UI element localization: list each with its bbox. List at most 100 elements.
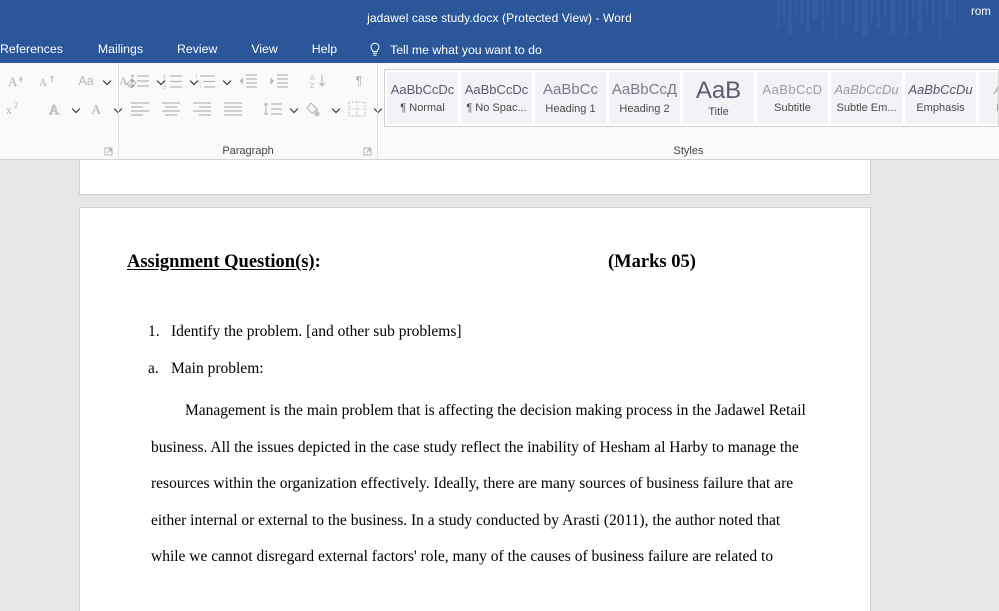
paragraph-line: business. All the issues depicted in the…: [151, 438, 799, 456]
svg-text:2: 2: [14, 101, 18, 110]
tab-help[interactable]: Help: [295, 36, 354, 63]
marks-label: (Marks 05): [608, 252, 696, 272]
style-tile-subtitle[interactable]: AaBbCcD Subtitle: [757, 72, 828, 124]
multilevel-list-button[interactable]: 1ai: [191, 68, 221, 94]
text-effects-button[interactable]: A: [40, 96, 70, 122]
styles-group-label: Styles: [673, 145, 704, 157]
ribbon: A A Aa A x2 A A 1 2 3 1 a i A Z ¶ Paragr…: [0, 63, 999, 160]
style-name: Title: [708, 105, 729, 118]
style-sample: AaBbCcDc: [464, 82, 529, 98]
style-sample: AaBbCcD: [762, 82, 823, 98]
list-item-text: Identify the problem. [and other sub pro…: [171, 323, 462, 340]
style-name: Heading 1: [545, 102, 596, 115]
list-item: 1. Identify the problem. [and other sub p…: [148, 323, 462, 341]
paragraph-group-label: Paragraph: [222, 145, 274, 157]
font-dialog-launcher[interactable]: [104, 145, 115, 156]
style-tile-intense-emphasis[interactable]: AaBbC Intense: [979, 72, 998, 124]
style-tile-heading-1[interactable]: AaBbCс Heading 1: [535, 72, 606, 124]
list-item: a. Main problem:: [148, 360, 264, 378]
document-page[interactable]: Assignment Question(s): (Marks 05) 1. Ide…: [79, 207, 871, 611]
tab-references[interactable]: References: [0, 36, 81, 63]
style-tile-title[interactable]: AaB Title: [683, 72, 754, 124]
borders-button[interactable]: [342, 96, 372, 122]
style-name: Emphasis: [916, 101, 965, 114]
show-formatting-marks-button[interactable]: ¶: [344, 68, 374, 94]
align-right-button[interactable]: [187, 96, 217, 122]
document-page-previous: [79, 160, 871, 195]
svg-text:x: x: [6, 103, 12, 117]
increase-indent-button[interactable]: [264, 68, 294, 94]
bullets-button[interactable]: [125, 68, 155, 94]
shrink-font-button[interactable]: A: [31, 68, 61, 94]
svg-text:i: i: [200, 85, 201, 89]
paragraph-line: resources within the organization effect…: [151, 475, 794, 492]
ribbon-group-paragraph: 123 1ai AZ ¶ Paragraph: [118, 63, 377, 159]
svg-text:A: A: [8, 74, 18, 89]
titlebar-right-label: rom: [971, 6, 991, 18]
document-canvas[interactable]: Assignment Question(s): (Marks 05) 1. Ide…: [0, 160, 999, 611]
line-spacing-button[interactable]: [258, 96, 288, 122]
style-sample: AaBbCcDu: [834, 82, 899, 98]
grow-font-button[interactable]: A: [0, 68, 30, 94]
svg-text:Z: Z: [310, 83, 315, 89]
tell-me-search[interactable]: Tell me what you want to do: [368, 42, 542, 58]
paragraph-group-row-1: 123 1ai AZ ¶: [125, 67, 371, 95]
svg-text:A: A: [39, 77, 47, 89]
window-title: jadawel case study.docx (Protected View)…: [367, 11, 632, 25]
style-sample: AaBbCcDc: [390, 82, 455, 98]
style-tile-normal[interactable]: AaBbCcDc ¶ Normal: [387, 72, 458, 124]
list-item-marker: a.: [148, 360, 159, 377]
style-sample: AaB: [695, 78, 742, 103]
ribbon-tab-bar: References Mailings Review View Help Tel…: [0, 36, 999, 63]
style-tile-no-spacing[interactable]: AaBbCcDc ¶ No Spac...: [461, 72, 532, 124]
change-case-button[interactable]: Aa: [71, 68, 101, 94]
style-name: Subtitle: [774, 101, 811, 114]
title-bar: jadawel case study.docx (Protected View)…: [0, 0, 999, 36]
paragraph-line: either internal or external to the busin…: [151, 511, 781, 529]
style-sample: AaBbCcDu: [908, 82, 973, 98]
style-sample: AaBbCcД: [611, 81, 678, 99]
styles-gallery[interactable]: AaBbCcDc ¶ Normal AaBbCcDc ¶ No Spac... …: [384, 69, 999, 127]
assignment-heading-colon: :: [314, 252, 321, 272]
paragraph-line: while we cannot disregard external facto…: [151, 548, 774, 565]
tell-me-label: Tell me what you want to do: [390, 42, 542, 57]
style-name: Intense: [979, 102, 998, 114]
list-item-text: Main problem:: [171, 360, 264, 377]
tab-review[interactable]: Review: [160, 36, 234, 63]
svg-text:3: 3: [163, 85, 166, 89]
ribbon-group-styles: AaBbCcDc ¶ Normal AaBbCcDc ¶ No Spac... …: [377, 63, 999, 159]
style-name: Subtle Em...: [836, 101, 897, 114]
style-tile-subtle-emphasis[interactable]: AaBbCcDu Subtle Em...: [831, 72, 902, 124]
font-group-row-1: A A Aa A: [0, 67, 137, 95]
decrease-indent-button[interactable]: [233, 68, 263, 94]
list-item-marker: 1.: [148, 323, 160, 340]
assignment-heading-row: Assignment Question(s): (Marks 05): [127, 252, 830, 273]
align-left-button[interactable]: [125, 96, 155, 122]
style-sample: AaBbC: [979, 82, 998, 98]
svg-text:A: A: [91, 103, 102, 118]
font-group-row-2: x2 A A: [0, 95, 112, 123]
shading-button[interactable]: [300, 96, 330, 122]
style-sample: AaBbCс: [542, 81, 599, 99]
tab-mailings[interactable]: Mailings: [81, 36, 160, 63]
style-tile-emphasis[interactable]: AaBbCcDu Emphasis: [905, 72, 976, 124]
lightbulb-icon: [368, 42, 382, 58]
body-paragraph: Management is the main problem that is a…: [151, 393, 827, 576]
justify-button[interactable]: [218, 96, 248, 122]
text-highlight-color-button[interactable]: A: [82, 96, 112, 122]
paragraph-line: Management is the main problem that is a…: [185, 402, 806, 419]
svg-text:A: A: [49, 103, 60, 118]
align-center-button[interactable]: [156, 96, 186, 122]
document-body: Assignment Question(s): (Marks 05) 1. Ide…: [80, 208, 870, 611]
style-name: ¶ No Spac...: [466, 101, 527, 114]
paragraph-dialog-launcher[interactable]: [363, 145, 374, 156]
svg-text:A: A: [310, 75, 315, 82]
superscript-button[interactable]: x2: [0, 96, 30, 122]
sort-button[interactable]: AZ: [304, 68, 334, 94]
tab-view[interactable]: View: [234, 36, 294, 63]
style-name: Heading 2: [619, 102, 670, 115]
assignment-heading: Assignment Question(s):: [127, 252, 321, 273]
numbering-button[interactable]: 123: [158, 68, 188, 94]
style-tile-heading-2[interactable]: AaBbCcД Heading 2: [609, 72, 680, 124]
ribbon-group-font: A A Aa A x2 A A: [0, 63, 137, 159]
